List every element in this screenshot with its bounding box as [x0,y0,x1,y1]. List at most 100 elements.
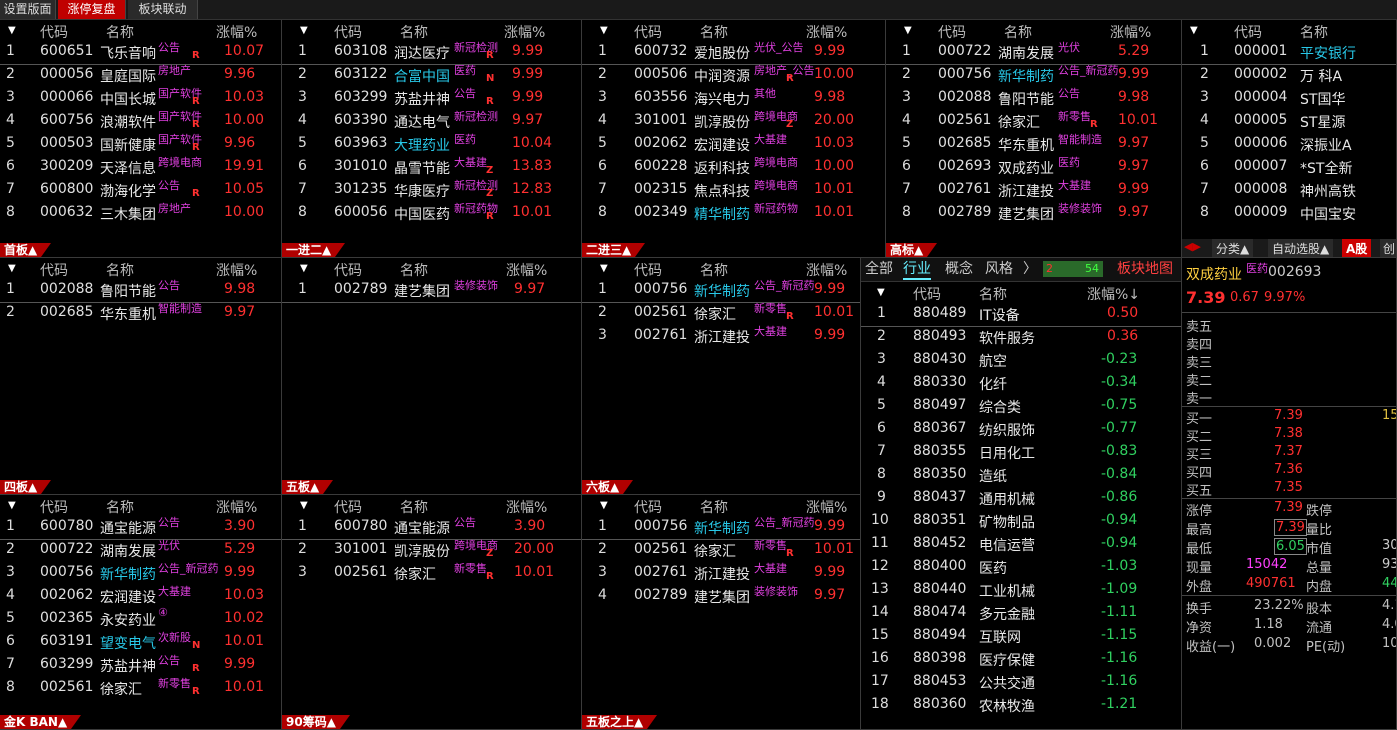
stock-code[interactable]: 002561 [634,541,687,557]
stock-code[interactable]: 000503 [40,135,93,151]
stock-code[interactable]: 301235 [334,181,387,197]
col-pct-header[interactable]: 涨幅% [504,22,545,42]
panel-label[interactable]: 90筹码▲ [282,715,350,729]
table-row[interactable]: 6 300209 天泽信息 跨境电商 19.91 [0,156,281,180]
col-code-header[interactable]: 代码 [334,260,362,280]
sector-code[interactable]: 880430 [913,351,966,367]
stock-name[interactable]: 华东重机 [100,304,156,324]
table-row[interactable]: 5 880497 综合类 -0.75 [861,396,1181,419]
sector-name[interactable]: 医疗保健 [979,650,1035,670]
table-row[interactable]: 17 880453 公共交通 -1.16 [861,672,1181,695]
sector-code[interactable]: 880398 [913,650,966,666]
sector-name[interactable]: 软件服务 [979,328,1035,348]
sort-arrow-icon[interactable]: ▼ [300,263,308,274]
table-row[interactable]: 6 603191 望变电气 次新股 N 10.01 [0,631,281,655]
table-row[interactable]: 3 002088 鲁阳节能 公告 9.98 [886,87,1181,111]
table-row[interactable]: 7 000008 神州高铁 [1182,180,1396,203]
col-name-header[interactable]: 名称 [106,260,134,280]
col-name-header[interactable]: 名称 [400,260,428,280]
sector-name[interactable]: 纺织服饰 [979,420,1035,440]
stock-code[interactable]: 603556 [634,89,687,105]
table-row[interactable]: 3 603556 海兴电力 其他 9.98 [582,87,885,111]
table-row[interactable]: 1 000722 湖南发展 光伏 5.29 [886,41,1181,65]
table-row[interactable]: 3 002561 徐家汇 新零售 R 10.01 [282,562,581,586]
col-code-header[interactable]: 代码 [634,497,662,517]
table-row[interactable]: 7 002761 浙江建投 大基建 9.99 [886,179,1181,203]
sort-arrow-icon[interactable]: ▼ [904,25,912,36]
table-row[interactable]: 1 600780 通宝能源 公告 3.90 [282,516,581,540]
col-pct-header[interactable]: 涨幅%↓ [1087,284,1140,304]
stock-code[interactable]: 000756 [634,281,687,297]
sector-name[interactable]: 综合类 [979,397,1021,417]
sector-code[interactable]: 880452 [913,535,966,551]
stock-code[interactable]: 301001 [634,112,687,128]
stock-code[interactable]: 002561 [40,679,93,695]
table-row[interactable]: 3 002761 浙江建投 大基建 9.99 [582,562,860,586]
sector-name[interactable]: 化纤 [979,374,1007,394]
tab-sector-linkage[interactable]: 板块联动 [128,0,198,19]
stock-name[interactable]: 中国宝安 [1300,204,1356,224]
table-row[interactable]: 14 880474 多元金融 -1.11 [861,603,1181,626]
stock-name[interactable]: *ST全新 [1300,158,1352,178]
sector-name[interactable]: 互联网 [979,627,1021,647]
stock-name[interactable]: 平安银行 [1300,43,1356,63]
stock-code[interactable]: 000066 [40,89,93,105]
table-row[interactable]: 7 301235 华康医疗 新冠检测 Z 12.83 [282,179,581,203]
table-row[interactable]: 8 000009 中国宝安 [1182,203,1396,226]
table-row[interactable]: 8 002789 建艺集团 装修装饰 9.97 [886,202,1181,226]
stock-code[interactable]: 300209 [40,158,93,174]
stock-code[interactable]: 002349 [634,204,687,220]
col-pct-header[interactable]: 涨幅% [1110,22,1151,42]
stock-code[interactable]: 002088 [938,89,991,105]
table-row[interactable]: 5 002365 永安药业 ④ 10.02 [0,606,281,632]
stock-code[interactable]: 600800 [40,181,93,197]
stock-name[interactable]: 通宝能源 [394,518,450,538]
sector-code[interactable]: 880489 [913,305,966,321]
sector-name[interactable]: 公共交通 [979,673,1035,693]
stock-name[interactable]: 鲁阳节能 [998,89,1054,109]
auto-select-tab[interactable]: 自动选股▲ [1268,239,1334,257]
sector-name[interactable]: 农林牧渔 [979,696,1035,716]
table-row[interactable]: 10 880351 矿物制品 -0.94 [861,511,1181,534]
table-row[interactable]: 1 000756 新华制药 公告_新冠药 9.99 [582,516,860,540]
table-row[interactable]: 4 002062 宏润建设 大基建 10.03 [0,585,281,609]
stock-code[interactable]: 002561 [634,304,687,320]
table-row[interactable]: 4 880330 化纤 -0.34 [861,373,1181,396]
stock-name[interactable]: 华东重机 [998,135,1054,155]
stock-name[interactable]: 苏盐井神 [394,89,450,109]
stock-name[interactable]: 徐家汇 [694,541,736,561]
col-code-header[interactable]: 代码 [40,497,68,517]
sector-name[interactable]: 医药 [979,558,1007,578]
table-row[interactable]: 2 002561 徐家汇 新零售 R 10.01 [582,302,860,326]
table-row[interactable]: 2 603122 合富中国 医药 N 9.99 [282,64,581,88]
panel-label[interactable]: 五板之上▲ [582,715,658,729]
col-name-header[interactable]: 名称 [1004,22,1032,42]
table-row[interactable]: 3 002761 浙江建投 大基建 9.99 [582,325,860,349]
table-row[interactable]: 6 002693 双成药业 医药 9.97 [886,156,1181,180]
stock-name[interactable]: 合富中国 [394,66,450,86]
sector-code[interactable]: 880474 [913,604,966,620]
stock-name[interactable]: 国新健康 [100,135,156,155]
tab-industry[interactable]: 行业 [903,258,931,280]
table-row[interactable]: 5 000006 深振业A [1182,134,1396,157]
table-row[interactable]: 2 880493 软件服务 0.36 [861,327,1181,350]
stock-name[interactable]: 渤海化学 [100,181,156,201]
chinext-tab[interactable]: 创 [1380,239,1396,257]
table-row[interactable]: 1 880489 IT设备 0.50 [861,304,1181,327]
tab-concept[interactable]: 概念 [945,258,973,280]
col-code-header[interactable]: 代码 [634,22,662,42]
stock-name[interactable]: 润达医疗 [394,43,450,63]
stock-code[interactable]: 000009 [1234,204,1287,220]
table-row[interactable]: 7 880355 日用化工 -0.83 [861,442,1181,465]
stock-name[interactable]: 徐家汇 [694,304,736,324]
stock-code[interactable]: 600732 [634,43,687,59]
table-row[interactable]: 3 000004 ST国华 [1182,88,1396,111]
stock-code[interactable]: 603122 [334,66,387,82]
col-name-header[interactable]: 名称 [1300,22,1328,42]
stock-code[interactable]: 000004 [1234,89,1287,105]
panel-label[interactable]: 四板▲ [0,480,52,494]
tab-all[interactable]: 全部 [865,258,893,280]
sector-name[interactable]: IT设备 [979,305,1020,325]
stock-name[interactable]: 飞乐音响 [100,43,156,63]
col-code-header[interactable]: 代码 [913,284,941,304]
